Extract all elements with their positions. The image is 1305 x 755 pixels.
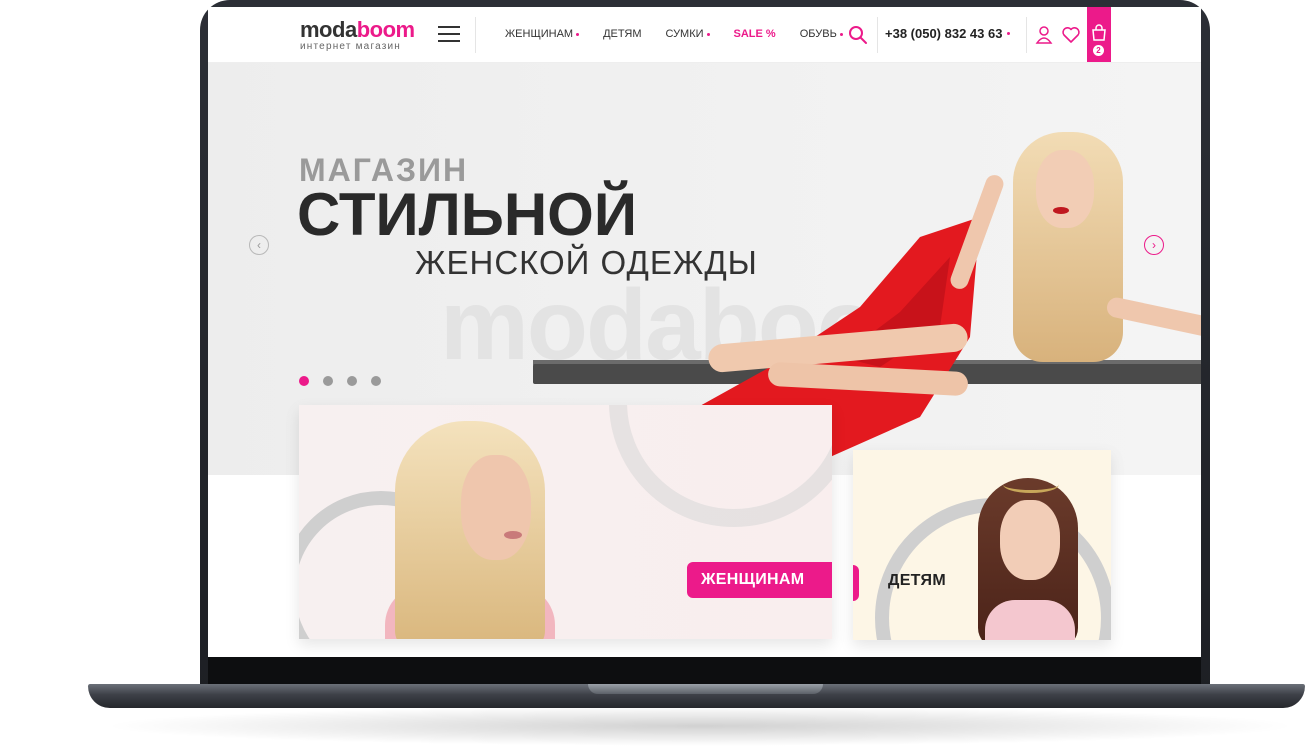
slider-dot[interactable] bbox=[299, 376, 309, 386]
kids-category-label[interactable]: ДЕТЯМ bbox=[888, 572, 946, 590]
dropdown-dot-icon bbox=[576, 32, 580, 36]
face-illustration bbox=[1000, 500, 1060, 580]
menu-icon[interactable] bbox=[438, 26, 460, 42]
search-icon[interactable] bbox=[848, 25, 868, 45]
user-icon[interactable] bbox=[1035, 25, 1053, 45]
category-card-women[interactable]: ЖЕНЩИНАМ bbox=[299, 405, 832, 639]
nav-item-shoes[interactable]: ОБУВЬ bbox=[800, 28, 843, 40]
screen-bottom-band bbox=[208, 657, 1201, 684]
website-screen: modaboom интернет магазин ЖЕНЩИНАМ ДЕТЯМ… bbox=[208, 7, 1201, 657]
heart-icon[interactable] bbox=[1061, 25, 1081, 45]
face-illustration bbox=[1036, 150, 1094, 228]
decorative-arc bbox=[609, 405, 832, 527]
divider bbox=[1026, 17, 1027, 53]
slider-dot[interactable] bbox=[323, 376, 333, 386]
cart-icon bbox=[1092, 24, 1106, 41]
phone-number[interactable]: +38 (050) 832 43 63 bbox=[885, 26, 1011, 41]
divider bbox=[877, 17, 878, 53]
logo-subtitle: интернет магазин bbox=[300, 41, 402, 52]
tiara-illustration bbox=[1003, 476, 1059, 493]
logo-wordmark: modaboom bbox=[300, 19, 415, 41]
slider-dots bbox=[299, 376, 395, 386]
main-nav: ЖЕНЩИНАМ ДЕТЯМ СУМКИ SALE % ОБУВЬ bbox=[505, 28, 867, 40]
dropdown-dot-icon bbox=[706, 32, 710, 36]
nav-label: ДЕТЯМ bbox=[603, 28, 642, 40]
chevron-right-icon: › bbox=[1152, 238, 1156, 252]
phone-text: +38 (050) 832 43 63 bbox=[885, 26, 1003, 41]
nav-label: ОБУВЬ bbox=[799, 28, 837, 40]
nav-item-sale[interactable]: SALE % bbox=[734, 28, 776, 40]
nav-item-kids[interactable]: ДЕТЯМ bbox=[603, 28, 641, 40]
laptop-shadow bbox=[100, 706, 1300, 746]
dropdown-dot-icon bbox=[839, 32, 843, 36]
nav-label: СУМКИ bbox=[665, 28, 704, 40]
cart-count-badge: 2 bbox=[1093, 45, 1104, 56]
nav-label: ЖЕНЩИНАМ bbox=[505, 28, 574, 40]
logo-part-boom: boom bbox=[356, 17, 415, 42]
hero-title-line3: ЖЕНСКОЙ ОДЕЖДЫ bbox=[415, 244, 758, 281]
lips-illustration bbox=[1053, 207, 1069, 214]
slider-prev-button[interactable]: ‹ bbox=[249, 235, 269, 255]
hero-title-line2: СТИЛЬНОЙ bbox=[297, 181, 637, 248]
logo[interactable]: modaboom интернет магазин bbox=[300, 19, 415, 52]
laptop-notch bbox=[588, 684, 823, 694]
dropdown-dot-icon bbox=[1007, 32, 1011, 35]
button-edge-accent bbox=[853, 565, 859, 601]
category-card-kids[interactable]: ДЕТЯМ bbox=[853, 450, 1111, 640]
nav-item-bags[interactable]: СУМКИ bbox=[665, 28, 710, 40]
nav-label: SALE % bbox=[733, 28, 776, 40]
divider bbox=[475, 17, 476, 53]
slider-dot[interactable] bbox=[371, 376, 381, 386]
dress-illustration bbox=[985, 600, 1075, 640]
cart-button[interactable]: 2 bbox=[1087, 7, 1111, 62]
women-category-button[interactable]: ЖЕНЩИНАМ bbox=[687, 562, 832, 598]
slider-next-button[interactable]: › bbox=[1144, 235, 1164, 255]
nav-item-women[interactable]: ЖЕНЩИНАМ bbox=[505, 28, 580, 40]
lips-illustration bbox=[504, 531, 522, 539]
logo-part-moda: moda bbox=[300, 17, 357, 42]
slider-dot[interactable] bbox=[347, 376, 357, 386]
site-header: modaboom интернет магазин ЖЕНЩИНАМ ДЕТЯМ… bbox=[208, 7, 1201, 63]
chevron-left-icon: ‹ bbox=[257, 238, 261, 252]
face-illustration bbox=[461, 455, 531, 560]
